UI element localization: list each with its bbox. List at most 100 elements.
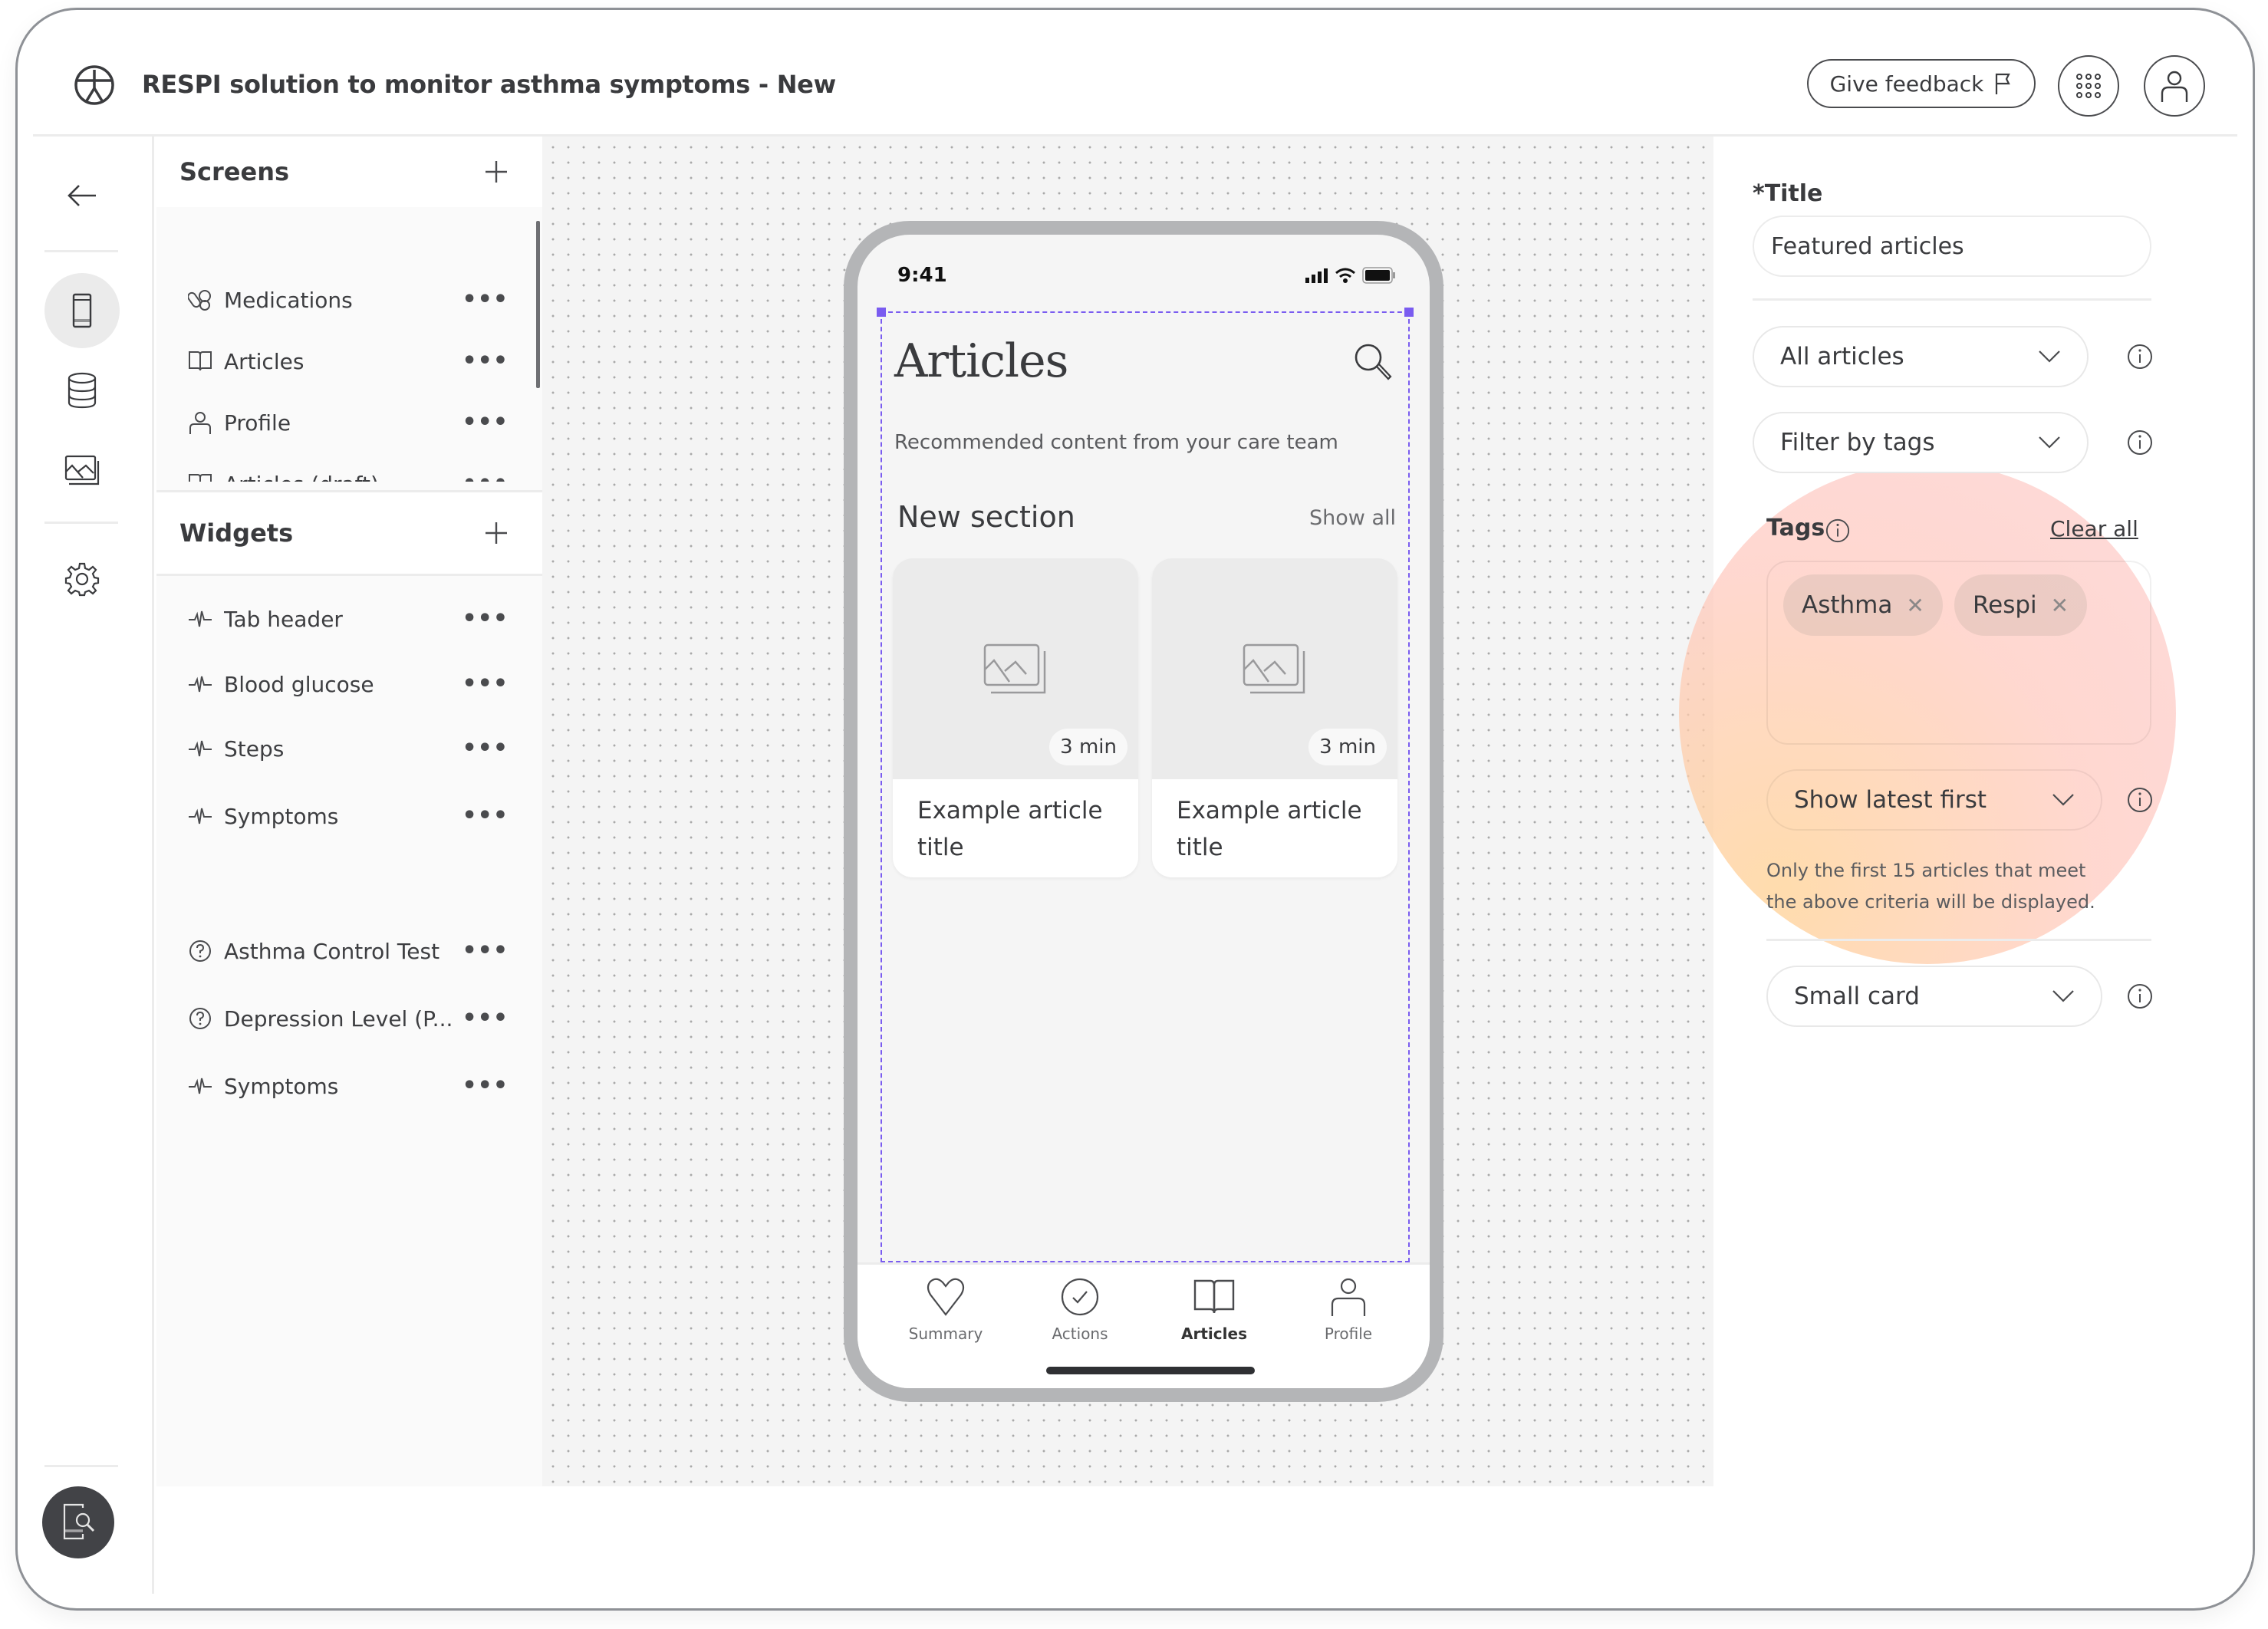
tags-label: Tags bbox=[1766, 515, 1825, 541]
heart-icon bbox=[927, 1278, 965, 1316]
check-circle-icon bbox=[1061, 1278, 1099, 1316]
rail-divider bbox=[44, 250, 118, 252]
panel-divider bbox=[156, 574, 542, 576]
rail-settings-button[interactable] bbox=[44, 541, 120, 617]
image-icon bbox=[983, 643, 1046, 694]
structure-panel: Screens Summary ••• Medications ••• Arti… bbox=[156, 137, 2227, 1486]
screen-item-profile[interactable]: Profile ••• bbox=[156, 391, 542, 454]
screen-item-label: Articles (draft) bbox=[224, 472, 462, 482]
preview-button[interactable] bbox=[42, 1486, 114, 1558]
more-options-button[interactable]: ••• bbox=[462, 805, 509, 828]
tab-label: Profile bbox=[1324, 1325, 1373, 1343]
more-options-button[interactable]: ••• bbox=[462, 472, 509, 482]
more-options-button[interactable]: ••• bbox=[462, 607, 509, 630]
limit-note: Only the first 15 articles that meet the… bbox=[1766, 860, 2095, 913]
more-options-button[interactable]: ••• bbox=[462, 350, 509, 373]
more-options-button[interactable]: ••• bbox=[462, 411, 509, 434]
widget-item[interactable]: Symptoms ••• bbox=[156, 782, 542, 850]
search-icon bbox=[1355, 344, 1392, 380]
more-options-button[interactable]: ••• bbox=[462, 673, 509, 696]
pulse-icon bbox=[187, 803, 213, 829]
clear-all-link[interactable]: Clear all bbox=[2050, 516, 2138, 541]
sort-order-select[interactable]: Show latest first bbox=[1766, 769, 2102, 831]
pulse-icon bbox=[187, 606, 213, 632]
rail-media-button[interactable] bbox=[44, 433, 120, 508]
tab-profile[interactable]: Profile bbox=[1299, 1272, 1398, 1343]
give-feedback-button[interactable]: Give feedback bbox=[1807, 59, 2036, 108]
more-options-button[interactable]: ••• bbox=[462, 940, 509, 963]
more-options-button[interactable]: ••• bbox=[462, 737, 509, 760]
screen-item-medications[interactable]: Medications ••• bbox=[156, 268, 542, 331]
selection-handle[interactable] bbox=[877, 308, 886, 317]
book-icon bbox=[187, 471, 213, 482]
back-button[interactable] bbox=[44, 158, 120, 233]
screen-item-articles[interactable]: Articles ••• bbox=[156, 330, 542, 393]
widget-item[interactable]: Symptoms ••• bbox=[156, 1052, 542, 1120]
database-icon bbox=[67, 372, 97, 409]
show-all-link[interactable]: Show all bbox=[1309, 506, 1396, 530]
filter-tags-select[interactable]: Filter by tags bbox=[1753, 412, 2089, 473]
more-options-button[interactable]: ••• bbox=[462, 1074, 509, 1098]
phone-icon bbox=[72, 293, 92, 328]
info-icon[interactable] bbox=[2126, 343, 2154, 370]
widget-item-label: Symptoms bbox=[224, 803, 339, 829]
properties-divider bbox=[1753, 298, 2151, 301]
close-icon[interactable]: ✕ bbox=[1906, 593, 1924, 618]
status-time: 9:41 bbox=[897, 264, 947, 287]
apps-grid-icon bbox=[2076, 74, 2101, 98]
chevron-down-icon bbox=[2039, 436, 2060, 449]
tab-articles[interactable]: Articles bbox=[1164, 1272, 1264, 1343]
image-icon bbox=[1243, 643, 1305, 694]
rail-divider bbox=[44, 522, 118, 524]
book-icon bbox=[1193, 1279, 1235, 1314]
rail-screens-button[interactable] bbox=[44, 273, 120, 348]
more-options-button[interactable]: ••• bbox=[462, 1007, 509, 1030]
account-button[interactable] bbox=[2144, 55, 2205, 117]
more-options-button[interactable]: ••• bbox=[462, 288, 509, 311]
tab-label: Summary bbox=[908, 1325, 983, 1343]
card-layout-select[interactable]: Small card bbox=[1766, 966, 2102, 1027]
article-card[interactable]: 3 min Example article title bbox=[1152, 558, 1397, 877]
chevron-down-icon bbox=[2039, 350, 2060, 363]
screen-item-articles-draft[interactable]: Articles (draft) ••• bbox=[156, 452, 542, 482]
widget-item[interactable]: Blood glucose ••• bbox=[156, 650, 542, 718]
card-layout-value: Small card bbox=[1794, 982, 1920, 1010]
add-widget-button[interactable] bbox=[484, 515, 509, 551]
tag-chip-label: Respi bbox=[1973, 591, 2037, 619]
close-icon[interactable]: ✕ bbox=[2051, 593, 2069, 618]
widget-item[interactable]: Asthma Control Test ••• bbox=[156, 917, 542, 985]
apps-button[interactable] bbox=[2058, 55, 2119, 117]
screens-scrollbar[interactable] bbox=[536, 221, 540, 388]
widget-item[interactable]: Tab header ••• bbox=[156, 585, 542, 653]
article-card[interactable]: 3 min Example article title bbox=[893, 558, 1138, 877]
question-circle-icon bbox=[187, 1005, 213, 1032]
info-icon[interactable] bbox=[1825, 518, 1851, 544]
widget-item[interactable]: Steps ••• bbox=[156, 715, 542, 782]
title-input[interactable]: Featured articles bbox=[1753, 216, 2151, 277]
screens-header: Screens bbox=[156, 137, 542, 207]
user-icon bbox=[187, 410, 213, 436]
tab-label: Articles bbox=[1181, 1325, 1247, 1343]
tag-chip: Asthma ✕ bbox=[1783, 574, 1943, 636]
rail-data-button[interactable] bbox=[44, 353, 120, 428]
sort-order-value: Show latest first bbox=[1794, 786, 1987, 814]
title-label: *Title bbox=[1753, 180, 1823, 207]
flag-icon bbox=[1996, 73, 2011, 94]
add-screen-button[interactable] bbox=[484, 154, 509, 189]
pulse-icon bbox=[187, 736, 213, 762]
give-feedback-label: Give feedback bbox=[1829, 71, 1984, 97]
info-icon[interactable] bbox=[2126, 429, 2154, 456]
info-icon[interactable] bbox=[2126, 982, 2154, 1010]
widget-item[interactable]: Depression Level (P... ••• bbox=[156, 985, 542, 1052]
screens-list: Summary ••• Medications ••• Articles •••… bbox=[156, 207, 542, 482]
info-icon[interactable] bbox=[2126, 786, 2154, 814]
tab-summary[interactable]: Summary bbox=[896, 1272, 996, 1343]
article-source-select[interactable]: All articles bbox=[1753, 326, 2089, 387]
design-canvas[interactable]: 9:41 Articles Recommended content from y… bbox=[542, 137, 1713, 1486]
selection-handle[interactable] bbox=[1404, 308, 1414, 317]
tab-actions[interactable]: Actions bbox=[1030, 1272, 1130, 1343]
article-source-value: All articles bbox=[1780, 343, 1904, 370]
gear-icon bbox=[64, 562, 100, 597]
phone-tab-bar: Summary Actions Articles Profile bbox=[857, 1262, 1430, 1388]
status-icons bbox=[1305, 267, 1396, 284]
